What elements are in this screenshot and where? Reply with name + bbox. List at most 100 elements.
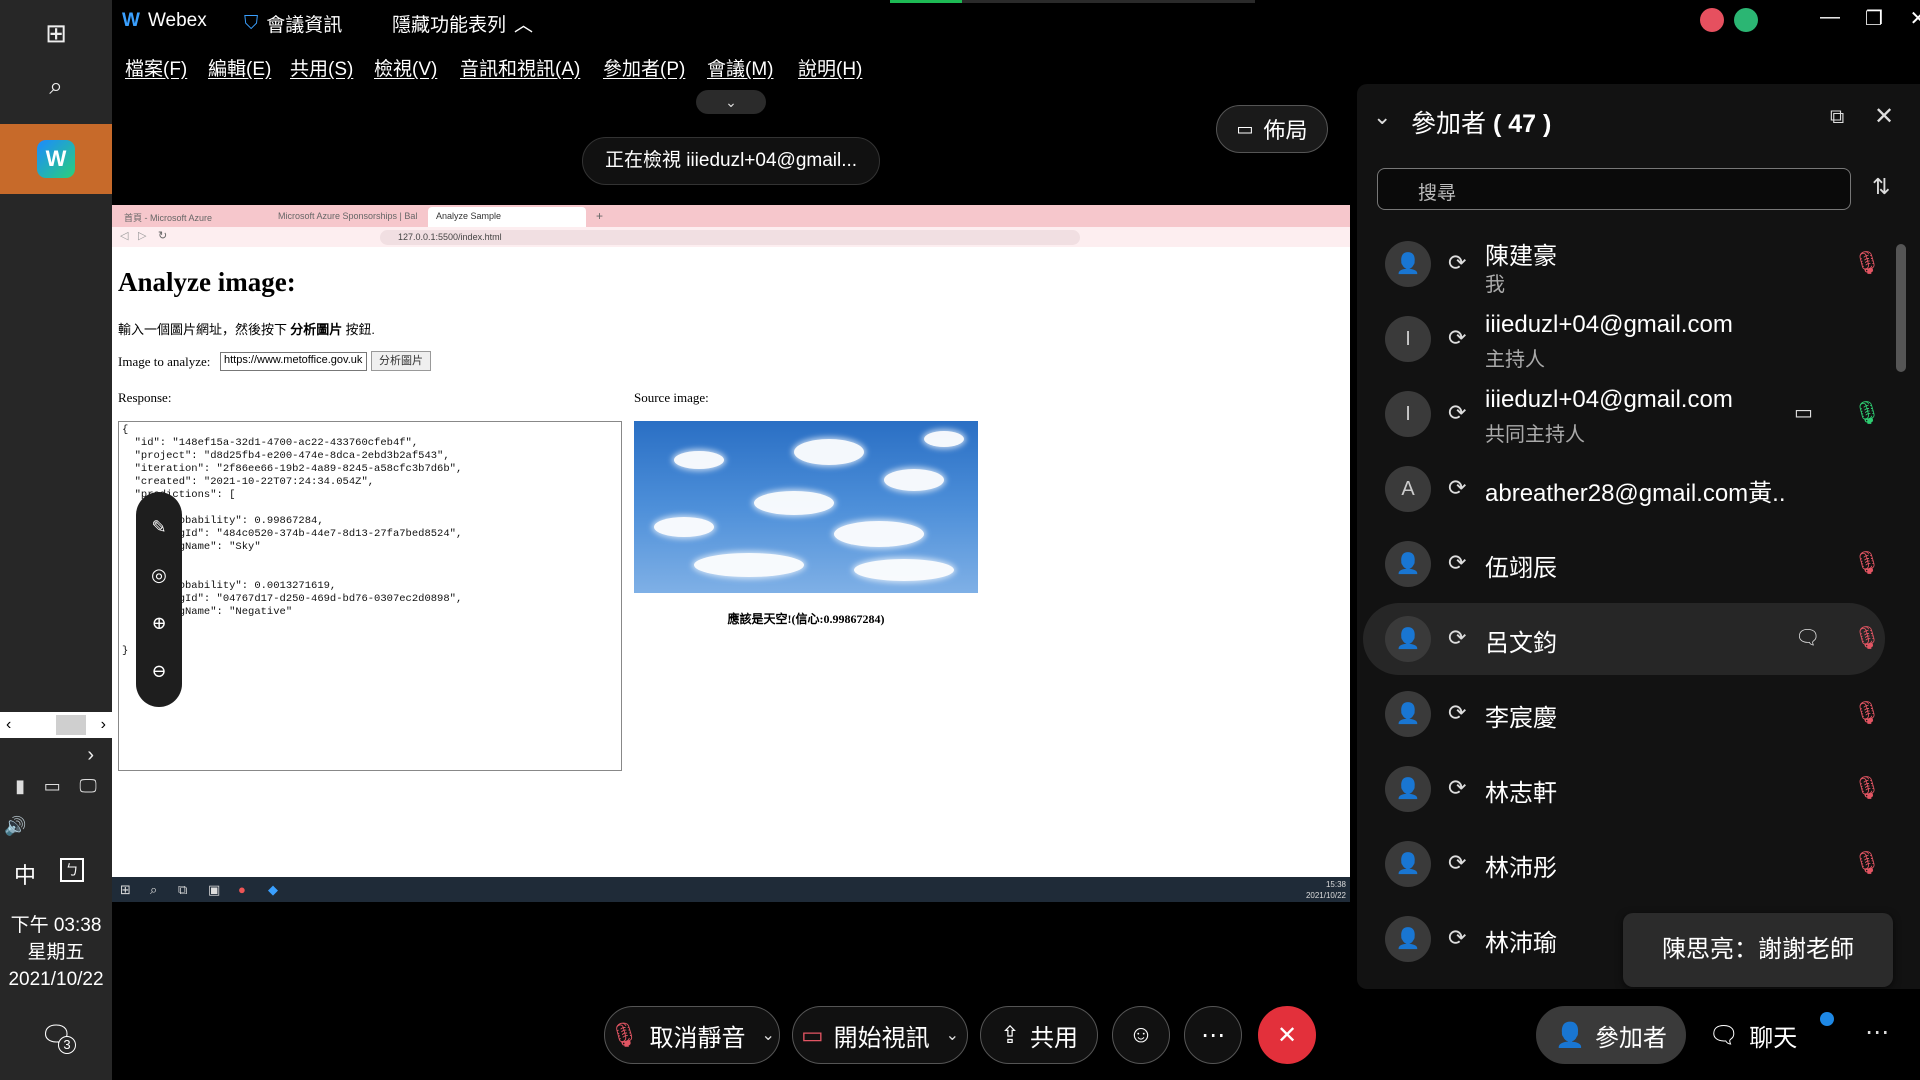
scroll-left-icon[interactable]: ‹ — [6, 716, 11, 734]
notification-icon[interactable]: 🗨 3 — [40, 1020, 76, 1056]
reactions-button[interactable]: ☺ — [1112, 1006, 1170, 1064]
annotation-toolbar: ✎ ◎ ⊕ ⊖ — [136, 492, 182, 707]
participant-row[interactable]: 👤 ⟳ 陳建豪我 🎙 — [1363, 228, 1885, 300]
volume-icon[interactable]: 🔊 — [4, 816, 26, 837]
zoom-out-icon[interactable]: ⊖ — [151, 661, 166, 682]
collapse-chevron-button[interactable]: ⌄ — [696, 90, 766, 114]
menu-meeting[interactable]: 會議(M) — [707, 54, 773, 81]
remote-search-icon: ⌕ — [150, 882, 158, 897]
back-icon[interactable]: ◁ — [120, 229, 128, 242]
chat-button[interactable]: 🗨 聊天 — [1698, 1006, 1808, 1064]
hide-toolbar-button[interactable]: 隱藏功能表列 ︿ — [392, 10, 533, 37]
browser-tab-active[interactable]: Analyze Sample — [428, 207, 586, 227]
sync-audio-icon: ⟳ — [1448, 625, 1467, 650]
participants-button[interactable]: 👤 參加者 — [1536, 1006, 1686, 1064]
close-panel-icon[interactable]: ✕ — [1874, 102, 1894, 131]
webex-taskbar-button[interactable]: W — [0, 124, 112, 194]
network-icon[interactable]: 🖵 — [79, 776, 96, 797]
search-icon[interactable]: ⌕ — [0, 62, 112, 112]
participant-row[interactable]: 👤 ⟳ 李宸慶 🎙 — [1363, 678, 1885, 750]
sort-icon[interactable]: ⇅ — [1872, 174, 1890, 200]
show-more-icon[interactable]: › — [0, 740, 112, 770]
participant-search-input[interactable]: 搜尋 — [1377, 168, 1851, 210]
share-progress-bar — [890, 0, 1255, 3]
close-icon: ✕ — [1276, 1021, 1298, 1049]
menu-edit[interactable]: 編輯(E) — [208, 54, 271, 81]
menu-participants[interactable]: 參加者(P) — [603, 54, 685, 81]
participant-name: iiieduzl+04@gmail.com — [1485, 386, 1733, 413]
chat-toast[interactable]: 陳思亮：謝謝老師 — [1623, 913, 1893, 987]
menu-audio-video[interactable]: 音訊和視訊(A) — [460, 54, 580, 81]
menu-share[interactable]: 共用(S) — [290, 54, 353, 81]
person-icon: 👤 — [1555, 1021, 1585, 1049]
popout-icon[interactable]: ⧉ — [1830, 106, 1844, 129]
layout-icon: ▭ — [1236, 118, 1254, 139]
participant-row[interactable]: I ⟳ iiieduzl+04@gmail.com 共同主持人 🎙 ▭ — [1363, 378, 1885, 450]
ime-mode-icon[interactable]: ㄅ — [60, 858, 84, 882]
source-image-label: Source image: — [634, 390, 709, 405]
recording-icon[interactable] — [1700, 8, 1724, 32]
unmute-button[interactable]: 🎙 取消靜音 ⌄ — [604, 1006, 780, 1064]
usb-icon[interactable]: ▮ — [15, 776, 25, 797]
reload-icon[interactable]: ↻ — [158, 229, 167, 242]
meeting-info-button[interactable]: ⛉ 會議資訊 — [244, 10, 342, 37]
browser-tab[interactable]: 首頁 - Microsoft Azure — [116, 207, 266, 227]
sync-audio-icon: ⟳ — [1448, 325, 1467, 350]
scroll-right-icon[interactable]: › — [101, 716, 106, 734]
chevron-down-icon[interactable]: ⌄ — [1373, 104, 1391, 130]
browser-tab[interactable]: Microsoft Azure Sponsorships | Bal — [270, 207, 426, 227]
start-video-button[interactable]: ▭ 開始視訊 ⌄ — [792, 1006, 968, 1064]
mic-off-icon: 🎙 — [609, 1021, 640, 1049]
forward-icon[interactable]: ▷ — [138, 229, 146, 242]
taskbar-scrollbar[interactable]: ‹ › — [0, 712, 112, 738]
menu-help[interactable]: 說明(H) — [798, 54, 862, 81]
response-textarea[interactable]: { "id": "148ef15a-32d1-4700-ac22-433760c… — [118, 421, 622, 771]
menu-file[interactable]: 檔案(F) — [125, 54, 187, 81]
chat-icon[interactable]: 🗨 — [1795, 625, 1820, 650]
participant-row[interactable]: 👤 ⟳ 伍翊辰 🎙 — [1363, 528, 1885, 600]
windows-start-icon[interactable]: ⊞ — [0, 8, 112, 58]
image-url-input[interactable]: https://www.metoffice.gov.uk — [220, 352, 367, 371]
menu-view[interactable]: 檢視(V) — [374, 54, 437, 81]
video-off-icon: ▭ — [800, 1021, 824, 1049]
chevron-down-icon[interactable]: ⌄ — [762, 1025, 775, 1045]
ime-indicator[interactable]: 中 — [14, 858, 36, 890]
participant-row[interactable]: 👤 ⟳ 呂文鈞 🎙 🗨 — [1363, 603, 1885, 675]
panel-scrollbar[interactable] — [1896, 244, 1906, 372]
layout-button[interactable]: ▭ 佈局 — [1216, 105, 1328, 153]
analyze-button[interactable]: 分析圖片 — [371, 351, 431, 371]
zoom-in-icon[interactable]: ⊕ — [151, 613, 166, 634]
participant-name: iiieduzl+04@gmail.com — [1485, 311, 1733, 338]
end-meeting-button[interactable]: ✕ — [1258, 1006, 1316, 1064]
share-button[interactable]: ⇪ 共用 — [980, 1006, 1098, 1064]
participant-row[interactable]: 👤 ⟳ 林沛彤 🎙 — [1363, 828, 1885, 900]
new-tab-icon[interactable]: + — [590, 207, 609, 227]
laser-pointer-icon[interactable]: ◎ — [151, 565, 167, 586]
pen-icon[interactable]: ✎ — [151, 517, 166, 538]
web-page: Analyze image: 輸入一個圖片網址，然後按下 分析圖片 按鈕. Im… — [112, 247, 1350, 877]
battery-icon[interactable]: ▭ — [44, 776, 61, 797]
close-icon[interactable]: ✕ — [1896, 6, 1920, 31]
taskbar-clock[interactable]: 下午 03:38 星期五 2021/10/22 — [0, 912, 112, 993]
participants-label: 參加者 — [1594, 1024, 1667, 1052]
participant-name: 陳建豪 — [1485, 243, 1557, 270]
signal-stats-icon[interactable] — [1734, 8, 1758, 32]
start-video-label: 開始視訊 — [833, 1024, 930, 1052]
participant-name: 林沛瑜 — [1485, 930, 1557, 957]
url-field[interactable]: 127.0.0.1:5500/index.html — [380, 230, 1080, 245]
more-options-button[interactable]: ⋯ — [1184, 1006, 1242, 1064]
viewing-indicator[interactable]: 正在檢視 iiieduzl+04@gmail... — [582, 137, 880, 185]
participant-row[interactable]: A ⟳ abreather28@gmail.com黃... — [1363, 453, 1885, 525]
participant-row[interactable]: I ⟳ iiieduzl+04@gmail.com 主持人 — [1363, 303, 1885, 375]
minimize-icon[interactable]: — — [1808, 6, 1852, 29]
chat-label: 聊天 — [1749, 1024, 1798, 1052]
mic-active-icon: 🎙 — [1853, 400, 1881, 425]
restore-icon[interactable]: ❐ — [1852, 6, 1896, 31]
more-icon[interactable]: ⋯ — [1865, 1018, 1889, 1047]
participant-row[interactable]: 👤 ⟳ 林志軒 🎙 — [1363, 753, 1885, 825]
chevron-down-icon[interactable]: ⌄ — [946, 1025, 959, 1045]
response-label: Response: — [118, 390, 172, 405]
page-heading: Analyze image: — [118, 267, 296, 297]
person-icon: 👤 — [1385, 241, 1431, 287]
scroll-thumb[interactable] — [56, 715, 86, 735]
